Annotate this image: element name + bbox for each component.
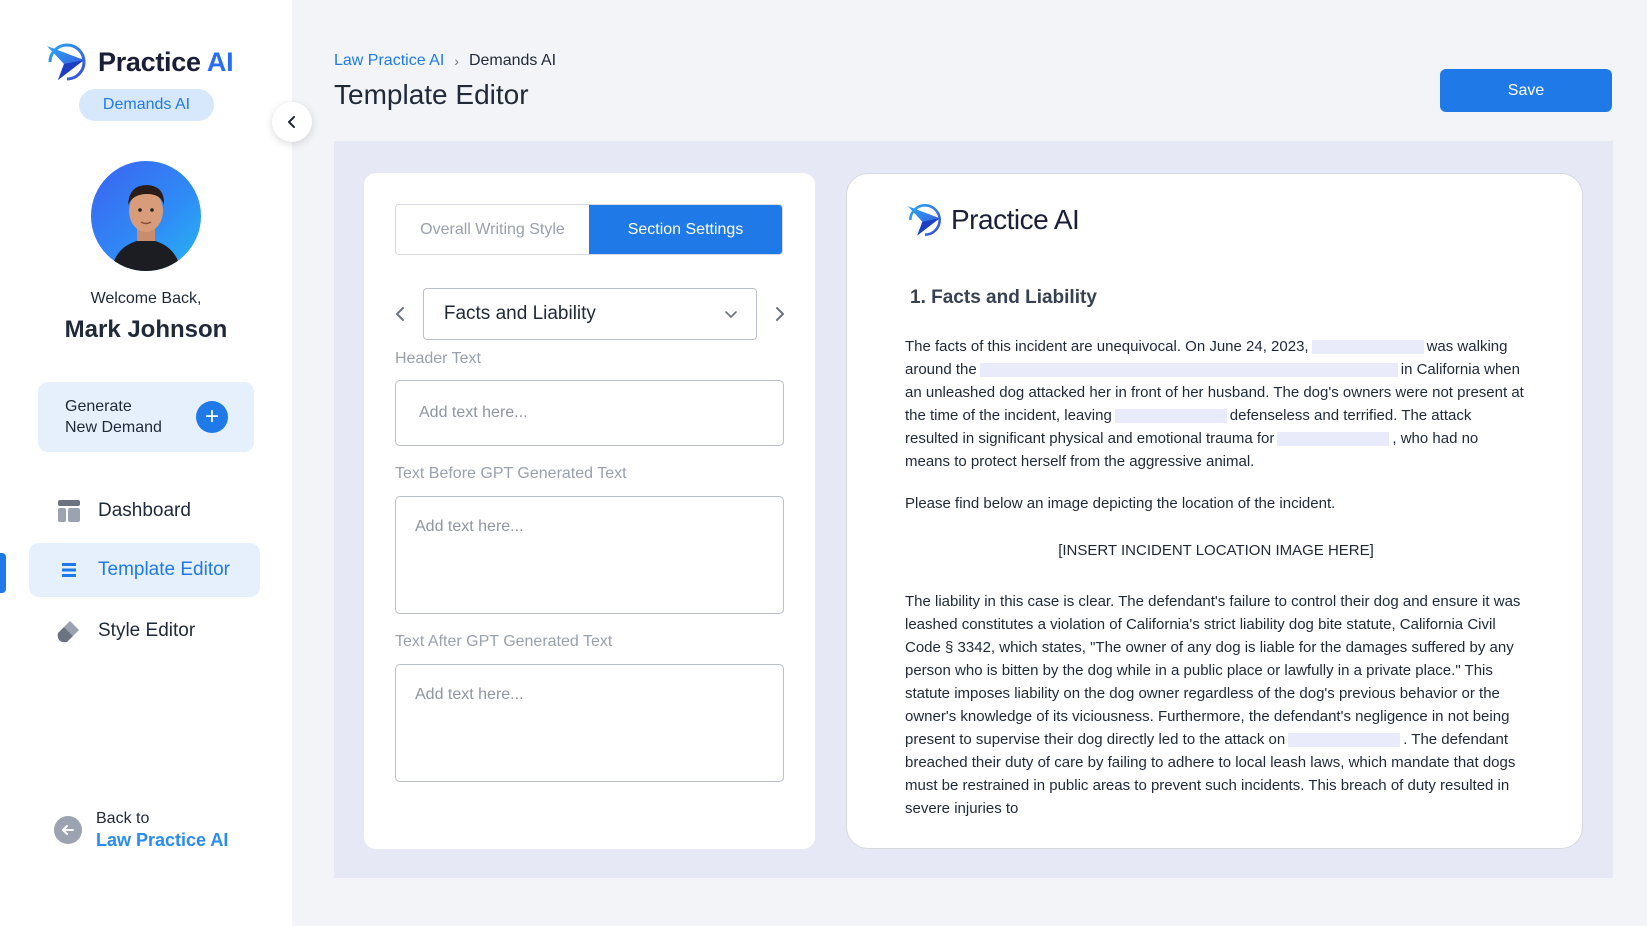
- text-after-input[interactable]: Add text here...: [395, 664, 784, 782]
- dashboard-icon: [55, 497, 83, 525]
- generate-label-line1: Generate: [65, 398, 132, 415]
- liability-paragraph: The liability in this case is clear. The…: [905, 590, 1527, 820]
- text-after-label: Text After GPT Generated Text: [395, 633, 613, 650]
- save-button[interactable]: Save: [1440, 69, 1612, 112]
- previous-section-button[interactable]: [386, 299, 415, 329]
- text-before-label: Text Before GPT Generated Text: [395, 465, 627, 482]
- header-text-label: Header Text: [395, 350, 481, 367]
- document-logo-text: Practice AI: [951, 204, 1080, 235]
- practice-ai-logo-icon: [907, 204, 941, 236]
- list-icon: [55, 556, 83, 584]
- tab-section-settings[interactable]: Section Settings: [589, 205, 782, 254]
- generate-label-line2: New Demand: [65, 419, 162, 436]
- text-before-input[interactable]: Add text here...: [395, 496, 784, 614]
- back-label: Back to Law Practice AI: [96, 809, 228, 851]
- sidebar-item-template-editor[interactable]: Template Editor: [29, 543, 260, 597]
- document-section-heading: 1. Facts and Liability: [910, 287, 1097, 308]
- back-label-line1: Back to: [96, 810, 150, 827]
- image-intro-paragraph: Please find below an image depicting the…: [905, 495, 1336, 512]
- back-to-law-practice-link[interactable]: Back to Law Practice AI: [54, 809, 228, 851]
- chevron-right-icon: [775, 307, 784, 321]
- user-avatar-icon: [111, 185, 181, 271]
- sidebar-item-dashboard[interactable]: Dashboard: [29, 484, 260, 538]
- settings-tabs: Overall Writing Style Section Settings: [395, 204, 783, 255]
- welcome-text: Welcome Back,: [90, 290, 202, 307]
- chevron-down-icon: [725, 311, 737, 318]
- logo-text: Practice AI: [98, 46, 234, 77]
- tab-overall-writing-style[interactable]: Overall Writing Style: [396, 205, 589, 254]
- app-logo[interactable]: Practice AI: [44, 40, 234, 84]
- active-indicator: [0, 553, 6, 593]
- image-placeholder: [INSERT INCIDENT LOCATION IMAGE HERE]: [1058, 542, 1374, 559]
- text-after-placeholder: Add text here...: [415, 686, 524, 703]
- sidebar-item-label: Template Editor: [98, 559, 231, 580]
- brush-icon: [55, 617, 83, 645]
- section-select-value: Facts and Liability: [443, 303, 596, 324]
- document-preview[interactable]: Practice AI 1. Facts and Liability The f…: [846, 173, 1583, 849]
- breadcrumb-current: Demands AI: [468, 52, 557, 69]
- section-select[interactable]: Facts and Liability: [422, 288, 758, 340]
- practice-ai-logo-icon: [47, 43, 86, 81]
- sidebar-item-style-editor[interactable]: Style Editor: [29, 604, 260, 658]
- arrow-left-icon: [54, 816, 82, 844]
- redacted-location: [979, 363, 1398, 378]
- next-section-button[interactable]: [765, 299, 794, 329]
- redacted-name: [1288, 733, 1401, 748]
- chevron-left-icon: [396, 307, 405, 321]
- collapse-sidebar-button[interactable]: [272, 102, 312, 142]
- facts-paragraph: The facts of this incident are unequivoc…: [905, 335, 1527, 473]
- chevron-left-icon: [288, 116, 295, 128]
- text-segment: The liability in this case is clear. The…: [905, 593, 1521, 748]
- text-segment: The facts of this incident are unequivoc…: [905, 338, 1309, 355]
- generate-new-demand-button[interactable]: Generate New Demand +: [38, 382, 254, 452]
- redacted-name: [1277, 432, 1390, 447]
- chevron-right-icon: ›: [454, 53, 459, 69]
- editor-workspace: Overall Writing Style Section Settings F…: [334, 141, 1613, 878]
- text-before-placeholder: Add text here...: [415, 518, 524, 535]
- document-logo: Practice AI: [905, 201, 1080, 239]
- redacted-name: [1311, 340, 1424, 355]
- page-title: Template Editor: [334, 79, 529, 110]
- sidebar-item-label: Dashboard: [98, 500, 191, 521]
- sidebar-item-label: Style Editor: [98, 620, 196, 641]
- user-name: Mark Johnson: [64, 316, 228, 343]
- product-badge: Demands AI: [79, 89, 214, 121]
- section-navigator: Facts and Liability: [386, 287, 794, 341]
- header-text-input[interactable]: Add text here...: [395, 380, 784, 446]
- generate-label: Generate New Demand: [65, 396, 185, 438]
- document-body: The facts of this incident are unequivoc…: [905, 335, 1527, 839]
- breadcrumb-root-link[interactable]: Law Practice AI: [334, 52, 444, 70]
- header-text-placeholder: Add text here...: [419, 404, 528, 421]
- breadcrumb: Law Practice AI › Demands AI: [334, 52, 556, 70]
- back-label-line2: Law Practice AI: [96, 830, 229, 850]
- avatar[interactable]: [91, 161, 201, 271]
- settings-panel: Overall Writing Style Section Settings F…: [364, 173, 815, 849]
- plus-icon[interactable]: +: [196, 401, 228, 433]
- sidebar: Practice AI Demands AI Welcome Back, Mar…: [0, 0, 292, 926]
- redacted-name: [1114, 409, 1227, 424]
